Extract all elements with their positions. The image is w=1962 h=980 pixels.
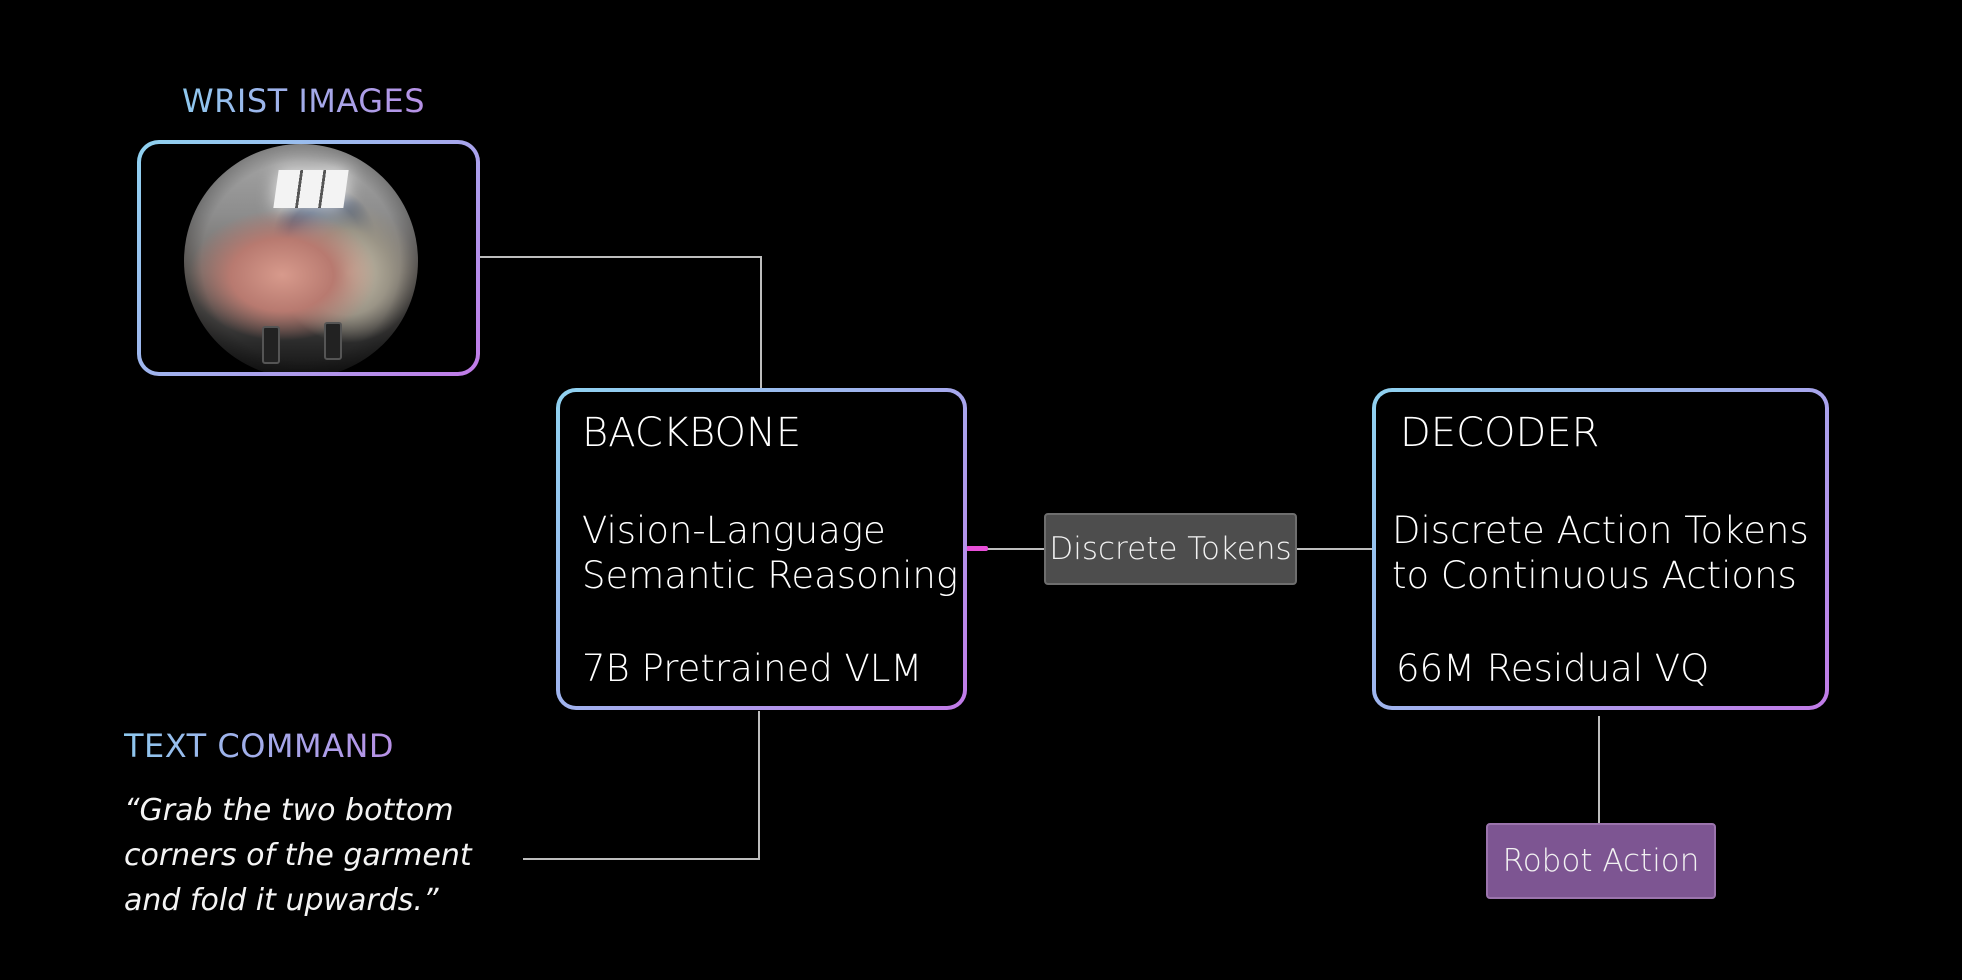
backbone-description-line2: Semantic Reasoning <box>582 554 959 597</box>
connector-line <box>987 548 1045 550</box>
connector-line <box>1598 716 1600 824</box>
text-command-label: TEXT COMMAND <box>124 727 395 765</box>
decoder-model: 66M Residual VQ <box>1396 647 1710 690</box>
backbone-box: BACKBONE Vision-Language Semantic Reason… <box>556 388 967 710</box>
backbone-description-line1: Vision-Language <box>582 509 886 552</box>
decoder-description-line1: Discrete Action Tokens <box>1392 509 1809 552</box>
backbone-title: BACKBONE <box>582 410 802 456</box>
wrist-image-frame <box>137 140 480 376</box>
window-light <box>273 170 349 208</box>
wrist-images-label: WRIST IMAGES <box>182 82 426 120</box>
decoder-box: DECODER Discrete Action Tokens to Contin… <box>1372 388 1829 710</box>
decoder-description-line2: to Continuous Actions <box>1392 554 1797 597</box>
gripper-finger <box>324 322 342 360</box>
connector-line <box>523 858 760 860</box>
connector-line <box>760 256 762 390</box>
wrist-camera-image <box>184 144 418 372</box>
discrete-tokens-pill: Discrete Tokens <box>1044 513 1297 585</box>
output-port-tick <box>966 546 988 551</box>
connector-line <box>1296 548 1374 550</box>
decoder-title: DECODER <box>1400 410 1600 456</box>
connector-line <box>479 256 762 258</box>
backbone-model: 7B Pretrained VLM <box>582 647 923 690</box>
robot-action-pill: Robot Action <box>1486 823 1716 899</box>
architecture-diagram: WRIST IMAGES BACKBONE Vision-Language Se… <box>0 0 1962 980</box>
gripper-finger <box>262 326 280 364</box>
text-command-quote: “Grab the two bottom corners of the garm… <box>124 793 472 918</box>
connector-line <box>758 711 760 860</box>
